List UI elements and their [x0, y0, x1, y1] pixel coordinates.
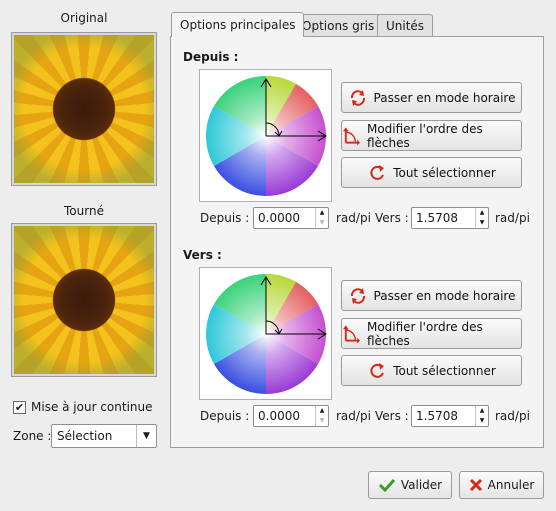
- to-color-wheel[interactable]: [199, 267, 332, 400]
- to-clockwise-button[interactable]: Passer en mode horaire: [341, 280, 522, 311]
- sunflower-image: [14, 226, 154, 374]
- rotated-preview: [11, 223, 157, 377]
- zone-select-value: Sélection: [57, 429, 113, 443]
- tab-options-gris[interactable]: Options gris: [293, 14, 384, 37]
- from-swap-arrows-button[interactable]: Modifier l'ordre des flèches: [341, 120, 522, 151]
- original-label: Original: [60, 11, 108, 25]
- from-select-all-label: Tout sélectionner: [393, 165, 496, 180]
- to-vers-unit: rad/pi: [495, 409, 530, 423]
- from-depuis-value: 0.0000: [258, 211, 300, 225]
- cancel-button[interactable]: Annuler: [459, 471, 544, 499]
- from-depuis-spinbox[interactable]: 0.0000 ▲ ▼: [253, 207, 329, 229]
- spin-down-icon[interactable]: ▼: [476, 218, 488, 228]
- spin-up-icon[interactable]: ▲: [476, 406, 488, 416]
- from-vers-unit: rad/pi: [495, 211, 530, 225]
- chevron-down-icon[interactable]: ▼: [136, 425, 156, 447]
- from-vers-label: Vers :: [375, 211, 409, 225]
- original-preview: [11, 32, 157, 186]
- spin-up-icon[interactable]: ▲: [316, 208, 328, 218]
- spin-up-icon[interactable]: ▲: [476, 208, 488, 218]
- to-depuis-label: Depuis :: [200, 409, 250, 423]
- swap-arrows-icon: [342, 126, 361, 145]
- continuous-update-toggle[interactable]: ✔ Mise à jour continue: [13, 400, 153, 414]
- spin-down-icon[interactable]: ▼: [476, 416, 488, 426]
- from-select-all-button[interactable]: Tout sélectionner: [341, 157, 522, 188]
- from-vers-value: 1.5708: [416, 211, 458, 225]
- zone-select[interactable]: Sélection ▼: [51, 424, 157, 448]
- to-swap-arrows-button[interactable]: Modifier l'ordre des flèches: [341, 318, 522, 349]
- checkmark-icon: [378, 478, 395, 492]
- to-vers-value: 1.5708: [416, 409, 458, 423]
- rotate-icon: [350, 287, 365, 304]
- to-depuis-spinbox[interactable]: 0.0000 ▲ ▼: [253, 405, 329, 427]
- to-swap-arrows-label: Modifier l'ordre des flèches: [366, 319, 483, 348]
- close-icon: [469, 478, 482, 492]
- tab-label: Unités: [386, 19, 425, 33]
- from-clockwise-button[interactable]: Passer en mode horaire: [341, 82, 522, 113]
- check-icon: ✔: [14, 400, 25, 414]
- to-select-all-button[interactable]: Tout sélectionner: [341, 355, 522, 386]
- spin-down-icon[interactable]: ▼: [316, 218, 328, 228]
- ok-label: Valider: [400, 478, 443, 492]
- refresh-icon: [370, 164, 385, 180]
- zone-label: Zone :: [13, 429, 52, 443]
- from-depuis-unit: rad/pi: [336, 211, 371, 225]
- to-vers-label: Vers :: [375, 409, 409, 423]
- rotated-label: Tourné: [64, 204, 104, 218]
- spin-up-icon[interactable]: ▲: [316, 406, 328, 416]
- refresh-icon: [370, 362, 385, 378]
- from-vers-spinbox[interactable]: 1.5708 ▲ ▼: [411, 207, 489, 229]
- ok-button[interactable]: Valider: [368, 471, 452, 499]
- to-depuis-unit: rad/pi: [336, 409, 371, 423]
- to-section-title: Vers :: [183, 248, 222, 262]
- to-clockwise-label: Passer en mode horaire: [373, 288, 516, 303]
- to-depuis-value: 0.0000: [258, 409, 300, 423]
- rotate-icon: [350, 89, 365, 106]
- continuous-update-label: Mise à jour continue: [31, 400, 153, 414]
- from-swap-arrows-label: Modifier l'ordre des flèches: [366, 121, 483, 150]
- to-vers-spinbox[interactable]: 1.5708 ▲ ▼: [411, 405, 489, 427]
- from-section-title: Depuis :: [183, 50, 239, 64]
- tab-label: Options gris: [302, 19, 375, 33]
- to-select-all-label: Tout sélectionner: [393, 363, 496, 378]
- continuous-update-checkbox[interactable]: ✔: [13, 400, 26, 414]
- tab-unites[interactable]: Unités: [377, 14, 434, 37]
- from-color-wheel[interactable]: [199, 69, 332, 202]
- swap-arrows-icon: [342, 324, 361, 343]
- sunflower-image: [14, 35, 154, 183]
- spin-down-icon[interactable]: ▼: [316, 416, 328, 426]
- from-depuis-label: Depuis :: [200, 211, 250, 225]
- from-clockwise-label: Passer en mode horaire: [373, 90, 516, 105]
- tab-options-principales[interactable]: Options principales: [171, 12, 305, 37]
- cancel-label: Annuler: [487, 478, 535, 492]
- tab-label: Options principales: [180, 18, 296, 32]
